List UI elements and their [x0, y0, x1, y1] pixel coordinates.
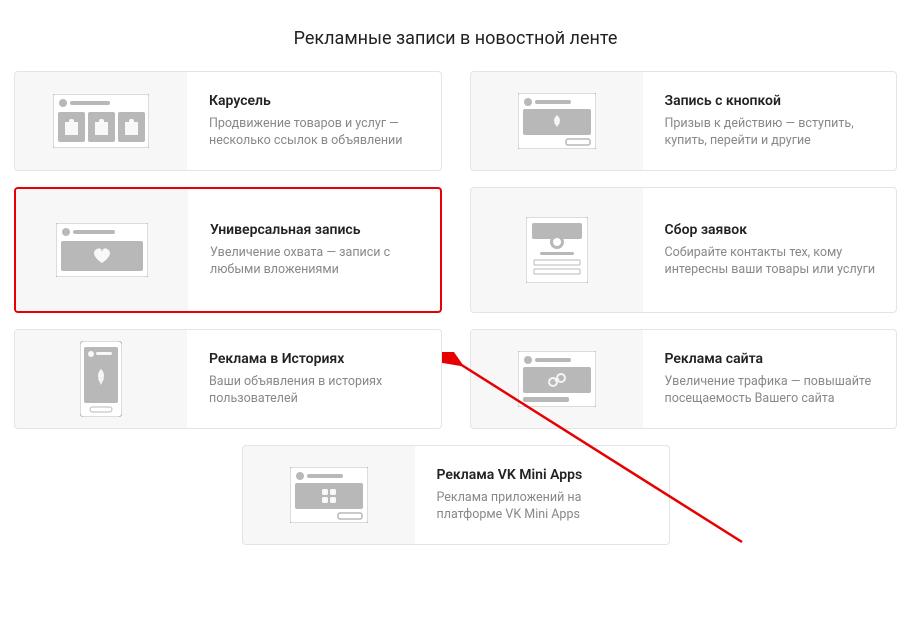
card-desc: Увеличение охвата — записи с любыми влож…	[210, 244, 420, 279]
card-title: Универсальная запись	[210, 222, 420, 238]
lead-form-icon	[471, 188, 643, 312]
site-ad-icon	[471, 330, 643, 428]
card-title: Сбор заявок	[665, 222, 877, 238]
card-desc: Продвижение товаров и услуг — несколько …	[209, 115, 421, 150]
ad-format-grid: Карусель Продвижение товаров и услуг — н…	[0, 71, 911, 429]
card-universal-post[interactable]: Универсальная запись Увеличение охвата —…	[14, 187, 442, 313]
card-carousel[interactable]: Карусель Продвижение товаров и услуг — н…	[14, 71, 442, 171]
bottom-row: Реклама VK Mini Apps Реклама приложений …	[0, 445, 911, 559]
card-title: Запись с кнопкой	[665, 93, 877, 109]
post-with-button-icon	[471, 72, 643, 170]
card-site-ad[interactable]: Реклама сайта Увеличение трафика — повыш…	[470, 329, 898, 429]
card-vk-mini-apps[interactable]: Реклама VK Mini Apps Реклама приложений …	[242, 445, 670, 545]
carousel-icon	[15, 72, 187, 170]
card-stories[interactable]: Реклама в Историях Ваши объявления в ист…	[14, 329, 442, 429]
card-desc: Увеличение трафика — повышайте посещаемо…	[665, 373, 877, 408]
universal-post-icon	[16, 189, 188, 311]
card-lead-form[interactable]: Сбор заявок Собирайте контакты тех, кому…	[470, 187, 898, 313]
page-title: Рекламные записи в новостной ленте	[0, 28, 911, 49]
card-title: Реклама сайта	[665, 351, 877, 367]
card-desc: Ваши объявления в историях пользователей	[209, 373, 421, 408]
card-post-with-button[interactable]: Запись с кнопкой Призыв к действию — вст…	[470, 71, 898, 171]
stories-icon	[15, 330, 187, 428]
card-title: Реклама VK Mini Apps	[437, 467, 649, 483]
card-desc: Собирайте контакты тех, кому интересны в…	[665, 244, 877, 279]
card-desc: Реклама приложений на платформе VK Mini …	[437, 489, 649, 524]
card-desc: Призыв к действию — вступить, купить, пе…	[665, 115, 877, 150]
card-title: Карусель	[209, 93, 421, 109]
card-title: Реклама в Историях	[209, 351, 421, 367]
vk-mini-apps-icon	[243, 446, 415, 544]
